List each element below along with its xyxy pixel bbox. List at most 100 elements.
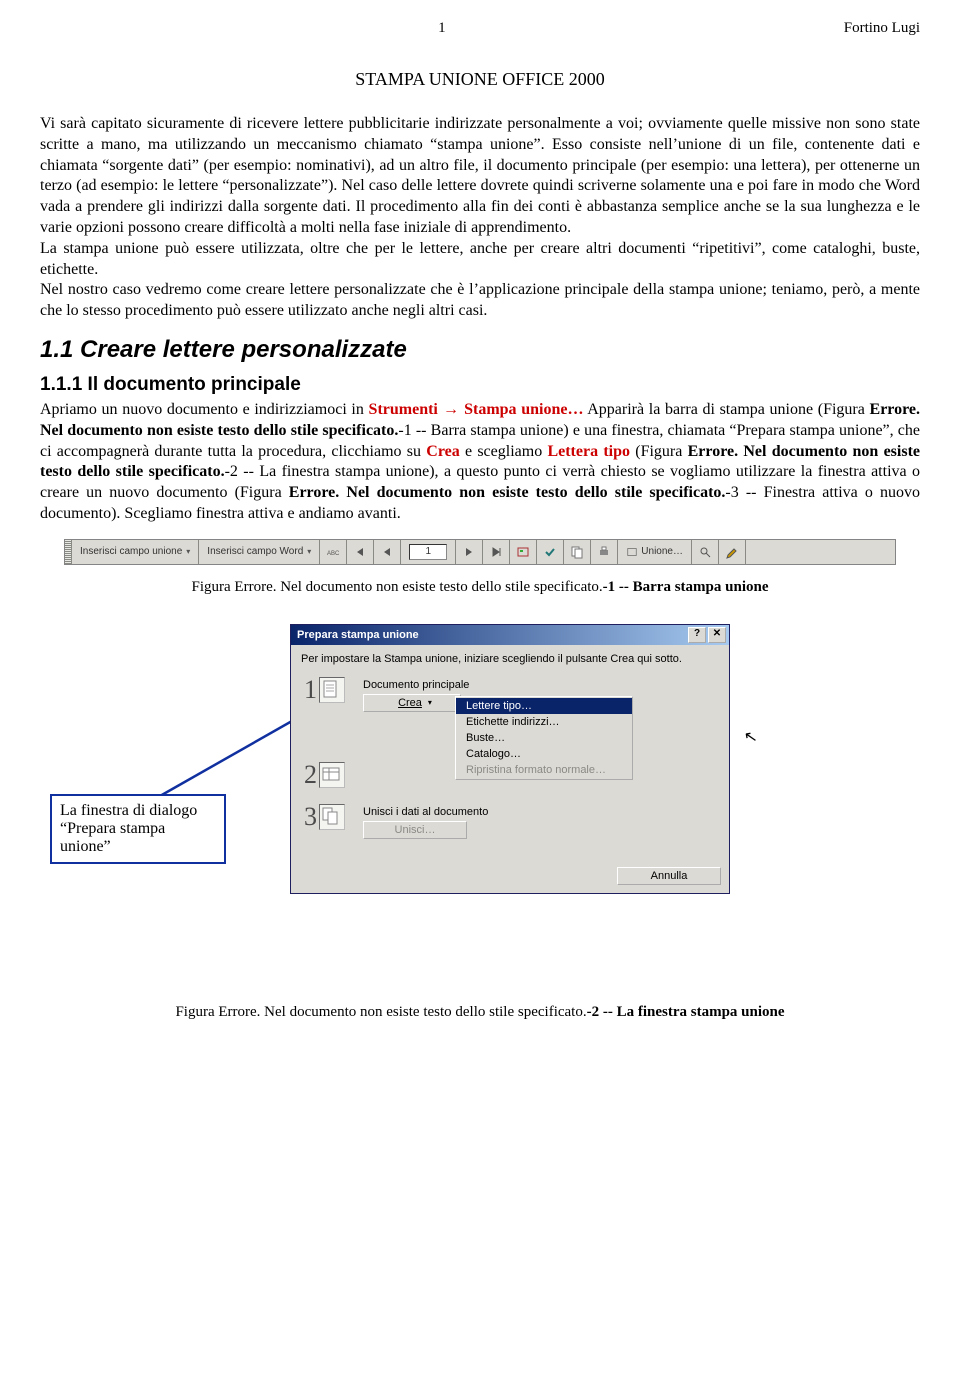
step-3-number: 3 — [301, 802, 349, 832]
dropdown-icon: ▾ — [428, 698, 432, 707]
menu-lettere-tipo[interactable]: Lettere tipo… — [456, 698, 632, 714]
annulla-button[interactable]: Annulla — [617, 867, 721, 885]
record-number-value[interactable]: 1 — [409, 544, 447, 560]
first-icon — [353, 545, 367, 559]
document-title: STAMPA UNIONE OFFICE 2000 — [40, 69, 920, 90]
merge-to-doc-button[interactable] — [564, 540, 591, 564]
dropdown-icon: ▾ — [186, 547, 190, 556]
menu-catalogo[interactable]: Catalogo… — [456, 746, 632, 762]
menu-stampa-unione: Stampa unione… — [464, 401, 583, 418]
annulla-label: Annulla — [651, 870, 688, 882]
menu-etichette[interactable]: Etichette indirizzi… — [456, 714, 632, 730]
step-3-row: 3 Unisci i dati al documento Unisci… — [301, 802, 719, 839]
intro-text-a: Vi sarà capitato sicuramente di ricevere… — [40, 115, 920, 236]
menu-ripristina[interactable]: Ripristina formato normale… — [456, 762, 632, 778]
edit-data-source-button[interactable] — [719, 540, 746, 564]
close-button[interactable]: ✕ — [708, 627, 726, 643]
menu-strumenti: Strumenti — [369, 401, 438, 418]
printer-icon — [597, 545, 611, 559]
step-2-number: 2 — [301, 760, 349, 790]
intro-text-b: La stampa unione può essere utilizzata, … — [40, 240, 920, 278]
abc-icon: ABC — [326, 545, 340, 559]
dialog-body: Per impostare la Stampa unione, iniziare… — [291, 645, 729, 861]
dialog-footer: Annulla — [291, 861, 729, 893]
prev-record-button[interactable] — [374, 540, 401, 564]
step-1-label: Documento principale — [363, 679, 719, 691]
mail-merge-toolbar: Inserisci campo unione ▾ Inserisci campo… — [64, 539, 896, 565]
cap1-a: Figura — [192, 579, 235, 595]
insert-merge-field-button[interactable]: Inserisci campo unione ▾ — [72, 540, 199, 564]
heading-documento-principale: 1.1.1 Il documento principale — [40, 374, 920, 396]
datasource-icon — [319, 762, 345, 788]
intro-paragraph: Vi sarà capitato sicuramente di ricevere… — [40, 114, 920, 322]
crea-dropdown-menu: Lettere tipo… Etichette indirizzi… Buste… — [455, 696, 633, 780]
find-icon — [698, 545, 712, 559]
next-record-button[interactable] — [456, 540, 483, 564]
dialog-titlebar[interactable]: Prepara stampa unione ? ✕ — [291, 625, 729, 645]
insert-word-field-button[interactable]: Inserisci campo Word ▾ — [199, 540, 320, 564]
intro-text-c: Nel nostro caso vedremo come creare lett… — [40, 281, 920, 319]
figure-1-caption: Figura Errore. Nel documento non esiste … — [40, 579, 920, 596]
step-1-row: 1 Documento principale Crea ▾ Lettere ti… — [301, 675, 719, 712]
cap1-b: Errore. Nel documento non esiste testo d… — [234, 579, 602, 595]
sec-d: e scegliamo — [460, 443, 548, 460]
document-icon — [319, 677, 345, 703]
prepara-stampa-unione-dialog: Prepara stampa unione ? ✕ Per impostare … — [290, 624, 730, 894]
svg-text:ABC: ABC — [327, 551, 340, 557]
insert-merge-field-label: Inserisci campo unione — [80, 546, 182, 557]
page-header: 1 Fortino Lugi — [40, 20, 920, 37]
heading-creare-lettere: 1.1 Creare lettere personalizzate — [40, 336, 920, 364]
lettera-tipo-text: Lettera tipo — [547, 443, 630, 460]
dialog-title-text: Prepara stampa unione — [297, 629, 419, 641]
cursor-icon: ↖ — [742, 726, 759, 748]
view-merged-data-button[interactable]: ABC — [320, 540, 347, 564]
record-number-field[interactable]: 1 — [401, 540, 456, 564]
sec-err3: Errore. Nel documento non esiste testo d… — [289, 484, 726, 501]
callout-text: La finestra di dialogo “Prepara stampa u… — [60, 802, 197, 855]
step-2-digit: 2 — [304, 760, 317, 790]
author-name: Fortino Lugi — [844, 20, 920, 37]
toolbar-grip-icon[interactable] — [65, 540, 72, 564]
step-1-number: 1 — [301, 675, 349, 705]
cap2-c: -2 -- La finestra stampa unione — [587, 1004, 785, 1020]
unisci-label: Unisci… — [395, 824, 436, 836]
find-record-button[interactable] — [692, 540, 719, 564]
cap2-b: Errore. Nel documento non esiste testo d… — [218, 1004, 586, 1020]
dialog-instruction: Per impostare la Stampa unione, iniziare… — [301, 653, 719, 665]
merge-docs-icon — [319, 804, 345, 830]
help-button[interactable]: ? — [688, 627, 706, 643]
merge-doc-icon — [570, 545, 584, 559]
helper-icon — [516, 545, 530, 559]
merge-to-printer-button[interactable] — [591, 540, 618, 564]
step-3-digit: 3 — [304, 802, 317, 832]
merge-button[interactable]: Unione… — [618, 540, 692, 564]
step-3-label: Unisci i dati al documento — [363, 806, 719, 818]
dropdown-icon: ▾ — [307, 547, 311, 556]
sec-a: Apriamo un nuovo documento e indirizziam… — [40, 401, 369, 418]
figure-2-caption: Figura Errore. Nel documento non esiste … — [40, 1004, 920, 1021]
cap2-a: Figura — [175, 1004, 218, 1020]
edit-icon — [725, 545, 739, 559]
prev-icon — [380, 545, 394, 559]
callout-box: La finestra di dialogo “Prepara stampa u… — [50, 794, 226, 864]
check-errors-button[interactable] — [537, 540, 564, 564]
merge-label: Unione… — [641, 546, 683, 557]
unisci-button[interactable]: Unisci… — [363, 821, 467, 839]
last-icon — [489, 545, 503, 559]
page-number: 1 — [40, 20, 844, 37]
btn-crea-text: Crea — [426, 443, 459, 460]
arrow-icon: → — [438, 401, 464, 418]
sec-b: Apparirà la barra di stampa unione (Figu… — [583, 401, 869, 418]
figure-2-wrap: La finestra di dialogo “Prepara stampa u… — [40, 624, 920, 984]
first-record-button[interactable] — [347, 540, 374, 564]
crea-button[interactable]: Crea ▾ — [363, 694, 461, 712]
merge-icon — [626, 545, 638, 559]
crea-label: Crea — [398, 697, 422, 709]
check-icon — [543, 545, 557, 559]
step-1-digit: 1 — [304, 675, 317, 705]
insert-word-field-label: Inserisci campo Word — [207, 546, 303, 557]
last-record-button[interactable] — [483, 540, 510, 564]
menu-buste[interactable]: Buste… — [456, 730, 632, 746]
mail-merge-helper-button[interactable] — [510, 540, 537, 564]
section-paragraph: Apriamo un nuovo documento e indirizziam… — [40, 400, 920, 525]
